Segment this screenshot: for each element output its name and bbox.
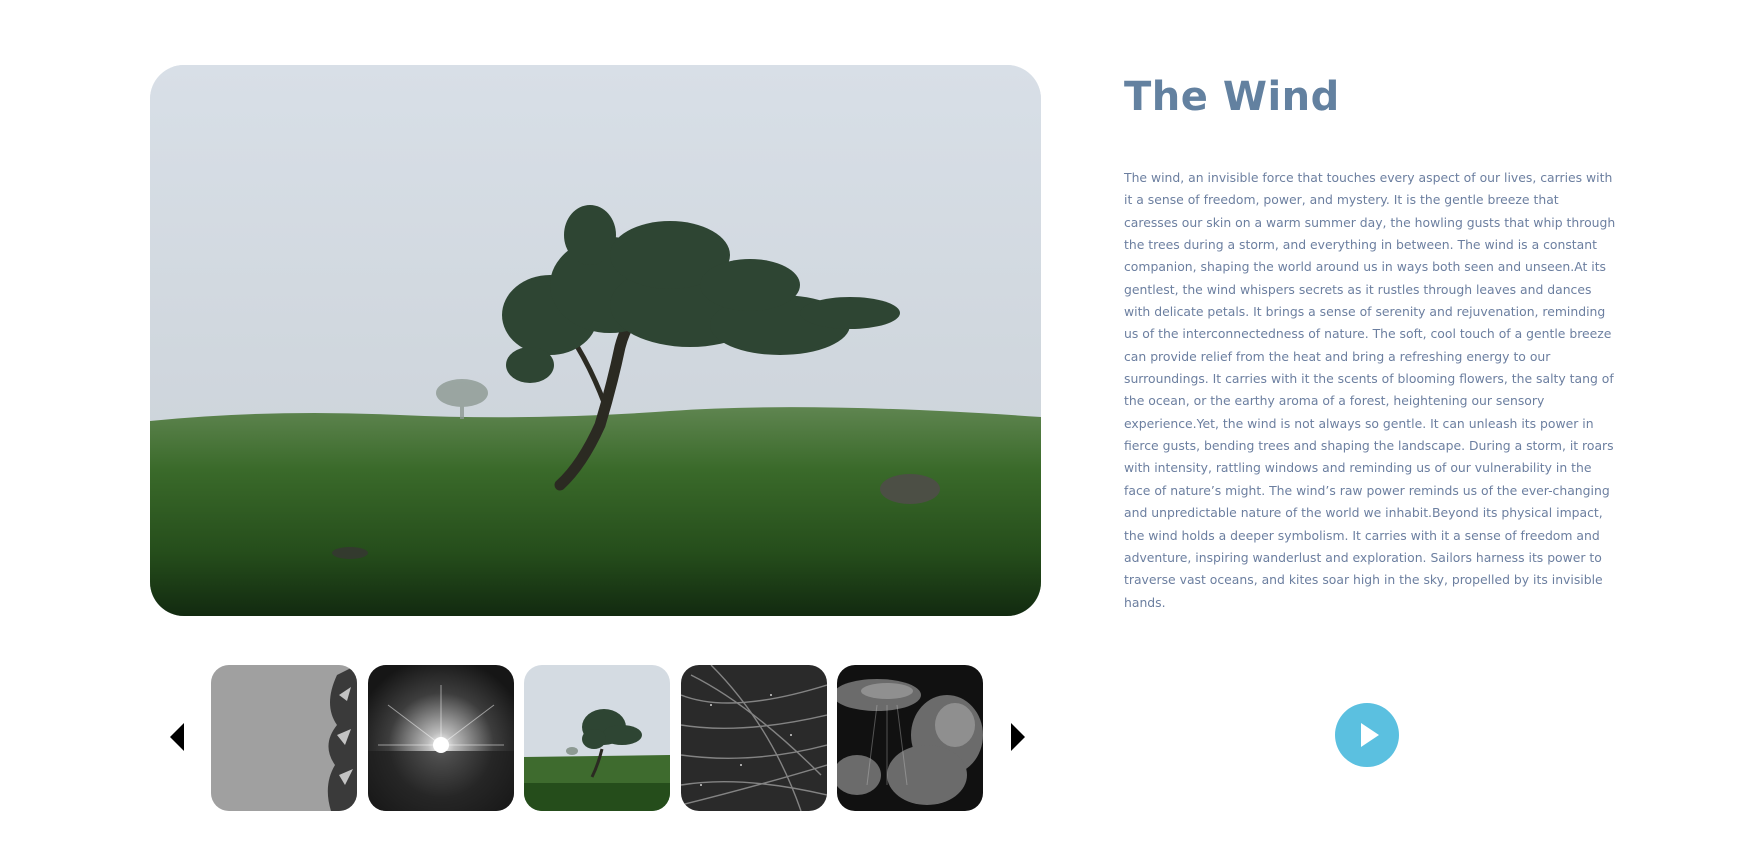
article-title: The Wind	[1124, 74, 1340, 120]
play-icon	[1361, 723, 1379, 747]
thumbnail-storm-clouds[interactable]	[837, 665, 983, 811]
main-image	[150, 65, 1041, 616]
thumbnail-wind-grass[interactable]	[681, 665, 827, 811]
arrow-left-icon[interactable]	[170, 723, 184, 751]
thumbnail-palm-leaves[interactable]	[211, 665, 357, 811]
thumbnail-windswept-tree[interactable]	[524, 665, 670, 811]
thumbnail-strip	[150, 665, 1041, 811]
page: The Wind The wind, an invisible force th…	[0, 0, 1744, 857]
play-button[interactable]	[1335, 703, 1399, 767]
article-body: The wind, an invisible force that touche…	[1124, 170, 1616, 610]
arrow-right-icon[interactable]	[1011, 723, 1025, 751]
thumbnail-sunburst-sea[interactable]	[368, 665, 514, 811]
